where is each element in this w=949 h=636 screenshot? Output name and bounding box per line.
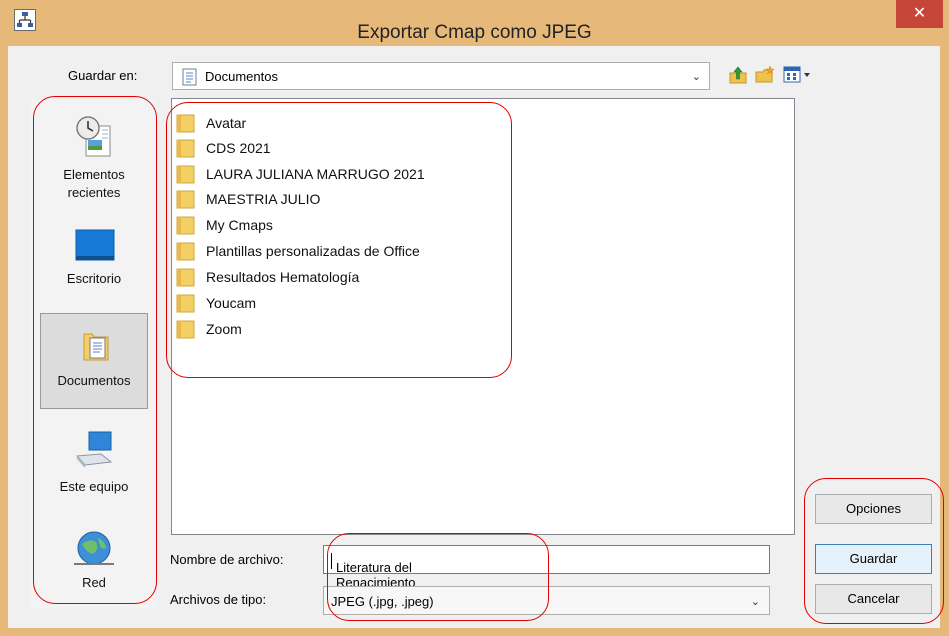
file-list[interactable]: Avatar CDS 2021 LAURA JULIANA MARRUGO 20…: [171, 98, 795, 535]
list-item[interactable]: LAURA JULIANA MARRUGO 2021: [176, 161, 425, 187]
options-button[interactable]: Opciones: [815, 494, 932, 524]
file-name: Zoom: [206, 321, 242, 337]
list-item[interactable]: Zoom: [176, 316, 242, 342]
text-caret: [331, 553, 332, 569]
place-label: Escritorio: [66, 271, 122, 286]
file-name: CDS 2021: [206, 140, 271, 156]
documents-icon: [83, 333, 109, 361]
folder-icon: [176, 268, 195, 287]
export-dialog: Exportar Cmap como JPEG ✕ Guardar en: Do…: [0, 0, 949, 636]
chevron-down-icon: ⌄: [750, 596, 760, 608]
location-combo[interactable]: Documentos ⌄: [172, 62, 710, 90]
place-label: Elementos recientes: [63, 167, 125, 200]
filetype-select[interactable]: JPEG (.jpg, .jpeg) ⌄: [323, 586, 770, 615]
filename-input[interactable]: Literatura del Renacimiento: [323, 545, 770, 590]
list-item[interactable]: Youcam: [176, 290, 256, 316]
file-name: LAURA JULIANA MARRUGO 2021: [206, 166, 425, 182]
list-item[interactable]: MAESTRIA JULIO: [176, 186, 320, 212]
computer-icon: [75, 431, 113, 468]
folder-icon: [176, 165, 195, 184]
title-bar[interactable]: Exportar Cmap como JPEG ✕: [0, 0, 949, 46]
chevron-down-icon: ⌄: [691, 71, 701, 83]
save-in-label: Guardar en:: [68, 68, 138, 83]
folder-icon: [176, 242, 195, 261]
network-icon: [74, 531, 114, 565]
folder-icon: [176, 294, 195, 313]
view-menu-icon[interactable]: [782, 64, 818, 86]
place-recent-items[interactable]: Elementos recientes: [40, 114, 148, 210]
places-bar: Elementos recientes Escritorio Documento…: [30, 100, 156, 608]
file-name: My Cmaps: [206, 217, 273, 233]
filetype-label: Archivos de tipo:: [170, 592, 267, 607]
folder-icon: [176, 139, 195, 158]
file-name: Plantillas personalizadas de Office: [206, 243, 420, 259]
save-button[interactable]: Guardar: [815, 544, 932, 574]
window-title: Exportar Cmap como JPEG: [357, 22, 592, 43]
close-button[interactable]: ✕: [896, 0, 943, 28]
desktop-icon: [75, 229, 115, 261]
place-this-pc[interactable]: Este equipo: [40, 428, 148, 508]
file-name: Youcam: [206, 295, 257, 311]
new-folder-icon[interactable]: [754, 64, 776, 86]
place-desktop[interactable]: Escritorio: [40, 226, 148, 296]
folder-icon: [176, 114, 195, 133]
file-name: Resultados Hematología: [206, 269, 360, 285]
place-label: Este equipo: [59, 479, 129, 494]
file-name: Avatar: [206, 115, 247, 131]
place-documents[interactable]: Documentos: [40, 313, 148, 409]
list-item[interactable]: Resultados Hematología: [176, 264, 359, 290]
place-network[interactable]: Red: [40, 528, 148, 600]
list-item[interactable]: CDS 2021: [176, 135, 271, 161]
up-folder-icon[interactable]: [727, 64, 749, 86]
document-folder-icon: [182, 68, 197, 86]
folder-icon: [176, 320, 195, 339]
list-item[interactable]: Plantillas personalizadas de Office: [176, 238, 420, 264]
folder-icon: [176, 216, 195, 235]
recent-items-icon: [76, 116, 111, 157]
place-label: Documentos: [57, 373, 131, 388]
place-label: Red: [82, 575, 106, 590]
cancel-button[interactable]: Cancelar: [815, 584, 932, 614]
file-name: MAESTRIA JULIO: [206, 191, 321, 207]
folder-icon: [176, 190, 195, 209]
list-item[interactable]: My Cmaps: [176, 212, 273, 238]
filetype-value: JPEG (.jpg, .jpeg): [331, 594, 434, 609]
location-value: Documentos: [205, 69, 278, 84]
list-item[interactable]: Avatar: [176, 110, 246, 136]
filename-label: Nombre de archivo:: [170, 552, 284, 567]
